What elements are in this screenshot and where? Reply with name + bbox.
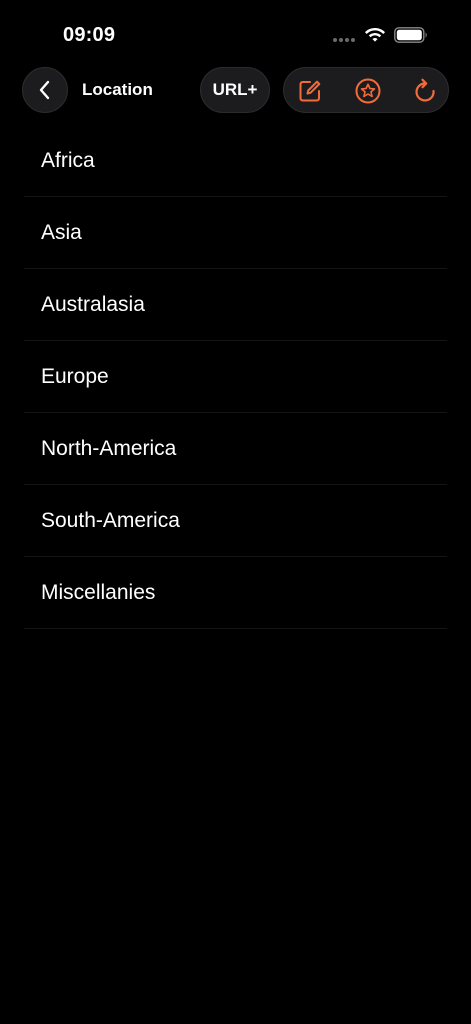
location-label: North-America	[41, 436, 177, 460]
location-label: Europe	[41, 364, 109, 388]
status-time: 09:09	[63, 24, 116, 46]
location-row-africa[interactable]: Africa	[24, 125, 447, 197]
wifi-icon	[365, 28, 385, 42]
location-row-miscellanies[interactable]: Miscellanies	[24, 557, 447, 629]
location-row-europe[interactable]: Europe	[24, 341, 447, 413]
location-row-south-america[interactable]: South-America	[24, 485, 447, 557]
location-label: Africa	[41, 148, 95, 172]
action-button-group	[283, 67, 449, 113]
location-list: Africa Asia Australasia Europe North-Ame…	[24, 125, 447, 629]
square-pencil-icon	[299, 80, 321, 102]
refresh-arrow-icon	[415, 78, 435, 102]
star-circle-icon	[355, 78, 381, 104]
navigation-bar: Location URL+	[0, 66, 471, 116]
location-label: Asia	[41, 220, 82, 244]
favorite-button[interactable]	[345, 68, 391, 114]
location-row-north-america[interactable]: North-America	[24, 413, 447, 485]
location-label: South-America	[41, 508, 180, 532]
location-label: Australasia	[41, 292, 145, 316]
chevron-left-icon	[39, 80, 50, 100]
status-bar: 09:09	[0, 0, 471, 60]
location-row-australasia[interactable]: Australasia	[24, 269, 447, 341]
url-add-button[interactable]: URL+	[200, 67, 270, 113]
screen: 09:09 Location URL+ Africa Asia Australa…	[0, 0, 471, 1024]
cellular-signal-icon	[333, 38, 355, 42]
back-button[interactable]	[22, 67, 68, 113]
location-label: Miscellanies	[41, 580, 156, 604]
edit-button[interactable]	[287, 68, 333, 114]
location-row-asia[interactable]: Asia	[24, 197, 447, 269]
page-title: Location	[82, 80, 153, 99]
refresh-button[interactable]	[402, 68, 448, 114]
battery-icon	[394, 27, 427, 43]
